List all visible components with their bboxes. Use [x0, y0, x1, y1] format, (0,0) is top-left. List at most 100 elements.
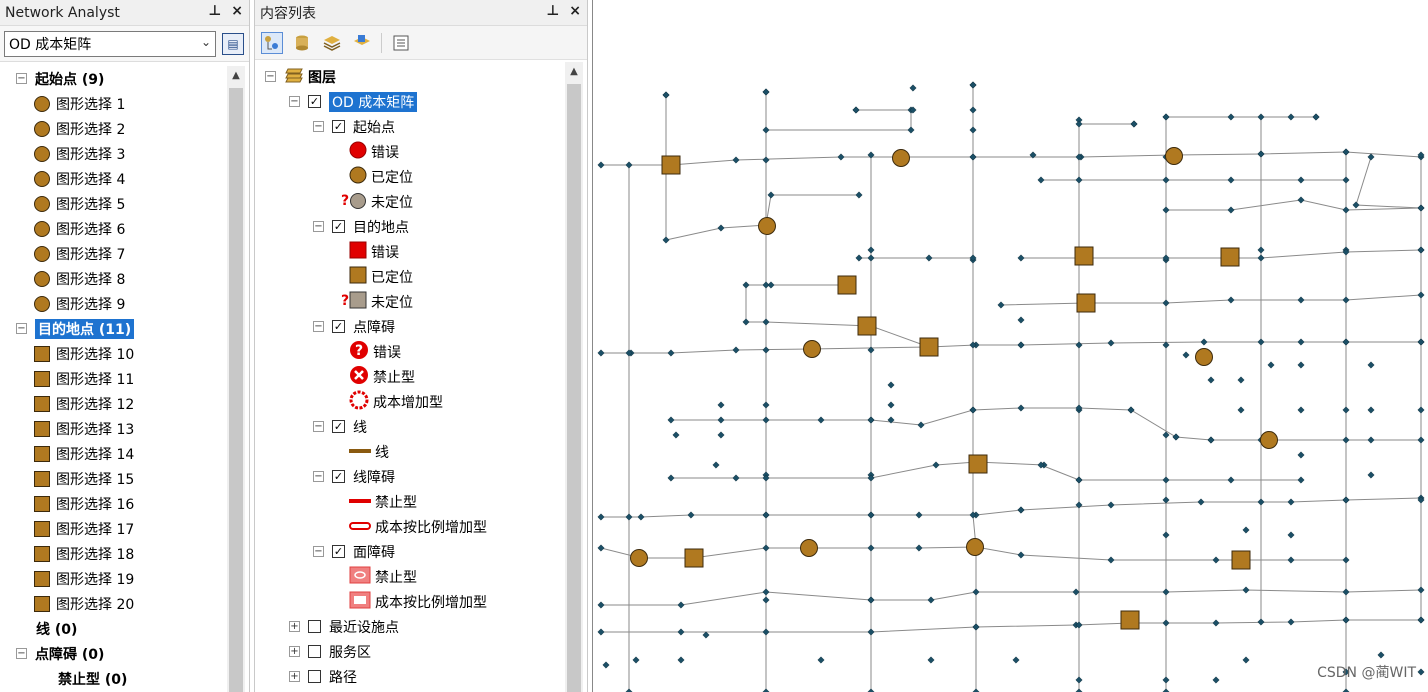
list-item[interactable]: 图形选择 12	[0, 391, 249, 416]
od-layer-checkbox[interactable]: ✓	[308, 95, 321, 108]
map-view[interactable]: CSDN @蔺WIT	[592, 0, 1428, 692]
list-item[interactable]: 图形选择 6	[0, 216, 249, 241]
layers-root[interactable]: − 图层	[255, 64, 587, 89]
toc-point-barriers-checkbox[interactable]: ✓	[332, 320, 345, 333]
lines-group[interactable]: 线 (0)	[0, 616, 249, 641]
collapse-icon[interactable]: −	[289, 96, 300, 107]
options-icon[interactable]	[390, 32, 412, 54]
close-icon[interactable]: ×	[569, 3, 581, 19]
list-item[interactable]: 图形选择 18	[0, 541, 249, 566]
scroll-thumb[interactable]	[567, 84, 581, 692]
network-junction	[1297, 406, 1305, 414]
toc-layer-item[interactable]: + 路径	[255, 664, 587, 689]
collapse-icon[interactable]: −	[16, 323, 27, 334]
toc-polygon-barriers-checkbox[interactable]: ✓	[332, 545, 345, 558]
list-item[interactable]: 图形选择 7	[0, 241, 249, 266]
toc-layer-checkbox[interactable]	[308, 645, 321, 658]
toc-origins-checkbox[interactable]: ✓	[332, 120, 345, 133]
toc-line-barriers[interactable]: − ✓ 线障碍	[255, 464, 587, 489]
toc-layer-item[interactable]: + 最近设施点	[255, 614, 587, 639]
network-junction	[1072, 588, 1080, 596]
scroll-thumb[interactable]	[229, 88, 243, 692]
network-junction	[1197, 498, 1205, 506]
pin-icon[interactable]: ⊥	[546, 3, 559, 19]
network-junction	[915, 544, 923, 552]
list-item[interactable]: 图形选择 4	[0, 166, 249, 191]
list-item[interactable]: 图形选择 2	[0, 116, 249, 141]
list-by-drawing-order-icon[interactable]	[261, 31, 283, 54]
road-network-map[interactable]	[593, 0, 1428, 692]
collapse-icon[interactable]: −	[313, 546, 324, 557]
collapse-icon[interactable]: −	[265, 71, 276, 82]
list-item[interactable]: 图形选择 16	[0, 491, 249, 516]
toc-point-barriers-added-cost-label: 成本增加型	[373, 394, 443, 411]
pin-icon[interactable]: ⊥	[208, 3, 221, 19]
list-item[interactable]: 图形选择 9	[0, 291, 249, 316]
toc-titlebar: 内容列表 ⊥ ×	[255, 0, 587, 26]
toc-layer-item[interactable]: + 服务区	[255, 639, 587, 664]
list-item[interactable]: 图形选择 8	[0, 266, 249, 291]
located-circle-icon	[349, 166, 367, 188]
toc-line-barriers-checkbox[interactable]: ✓	[332, 470, 345, 483]
collapse-icon[interactable]: −	[313, 421, 324, 432]
expand-icon[interactable]: +	[289, 671, 300, 682]
toc-polygon-barriers[interactable]: − ✓ 面障碍	[255, 539, 587, 564]
toc-lines[interactable]: − ✓ 线	[255, 414, 587, 439]
collapse-icon[interactable]: −	[16, 648, 27, 659]
collapse-icon[interactable]: −	[16, 73, 27, 84]
network-junction	[997, 301, 1005, 309]
list-item[interactable]: 图形选择 11	[0, 366, 249, 391]
toc-destinations[interactable]: − ✓ 目的地点	[255, 214, 587, 239]
list-item[interactable]: 图形选择 17	[0, 516, 249, 541]
network-junction	[762, 156, 770, 164]
list-by-visibility-icon[interactable]	[321, 32, 343, 54]
toc-scrollbar[interactable]: ▲	[565, 62, 583, 692]
scroll-up-icon[interactable]: ▲	[565, 62, 583, 80]
list-item[interactable]: 图形选择 15	[0, 466, 249, 491]
collapse-icon[interactable]: −	[313, 121, 324, 132]
restriction-subgroup[interactable]: 禁止型 (0)	[0, 666, 249, 691]
list-item[interactable]: 图形选择 19	[0, 566, 249, 591]
list-item[interactable]: 图形选择 14	[0, 441, 249, 466]
toc-origins[interactable]: − ✓ 起始点	[255, 114, 587, 139]
list-item-label: 图形选择 20	[56, 596, 135, 613]
toc-layer-checkbox[interactable]	[308, 620, 321, 633]
na-scrollbar[interactable]: ▲	[227, 66, 245, 692]
analysis-layer-row: OD 成本矩阵 ⌄ ▤	[0, 26, 249, 62]
network-junction	[1297, 176, 1305, 184]
network-junction	[1287, 113, 1295, 121]
destination-point	[1074, 246, 1094, 266]
network-junction	[927, 596, 935, 604]
expand-icon[interactable]: +	[289, 646, 300, 657]
list-item[interactable]: 图形选择 3	[0, 141, 249, 166]
collapse-icon[interactable]: −	[313, 321, 324, 332]
toc-layer-checkbox[interactable]	[308, 670, 321, 683]
analysis-layer-select[interactable]: OD 成本矩阵 ⌄	[4, 30, 216, 57]
collapse-icon[interactable]: −	[313, 221, 324, 232]
layer-properties-button[interactable]: ▤	[222, 32, 244, 55]
scroll-up-icon[interactable]: ▲	[227, 66, 245, 84]
network-junction	[1342, 148, 1350, 156]
origins-group[interactable]: − 起始点 (9)	[0, 66, 249, 91]
list-by-selection-icon[interactable]	[351, 32, 373, 54]
point-barriers-group[interactable]: − 点障碍 (0)	[0, 641, 249, 666]
list-item[interactable]: 图形选择 20	[0, 591, 249, 616]
line-symbol-icon	[349, 444, 371, 460]
toc-destinations-checkbox[interactable]: ✓	[332, 220, 345, 233]
toc-point-barriers-error: ? 错误	[255, 339, 587, 364]
destinations-group[interactable]: − 目的地点 (11)	[0, 316, 249, 341]
toc-point-barriers[interactable]: − ✓ 点障碍	[255, 314, 587, 339]
list-item[interactable]: 图形选择 5	[0, 191, 249, 216]
network-junction	[717, 224, 725, 232]
toc-lines-checkbox[interactable]: ✓	[332, 420, 345, 433]
network-junction	[1212, 676, 1220, 684]
od-layer[interactable]: − ✓ OD 成本矩阵	[255, 89, 587, 114]
list-item[interactable]: 图形选择 13	[0, 416, 249, 441]
network-junction	[1297, 338, 1305, 346]
collapse-icon[interactable]: −	[313, 471, 324, 482]
close-icon[interactable]: ×	[231, 3, 243, 19]
list-item[interactable]: 图形选择 1	[0, 91, 249, 116]
list-by-source-icon[interactable]	[291, 32, 313, 54]
expand-icon[interactable]: +	[289, 621, 300, 632]
list-item[interactable]: 图形选择 10	[0, 341, 249, 366]
